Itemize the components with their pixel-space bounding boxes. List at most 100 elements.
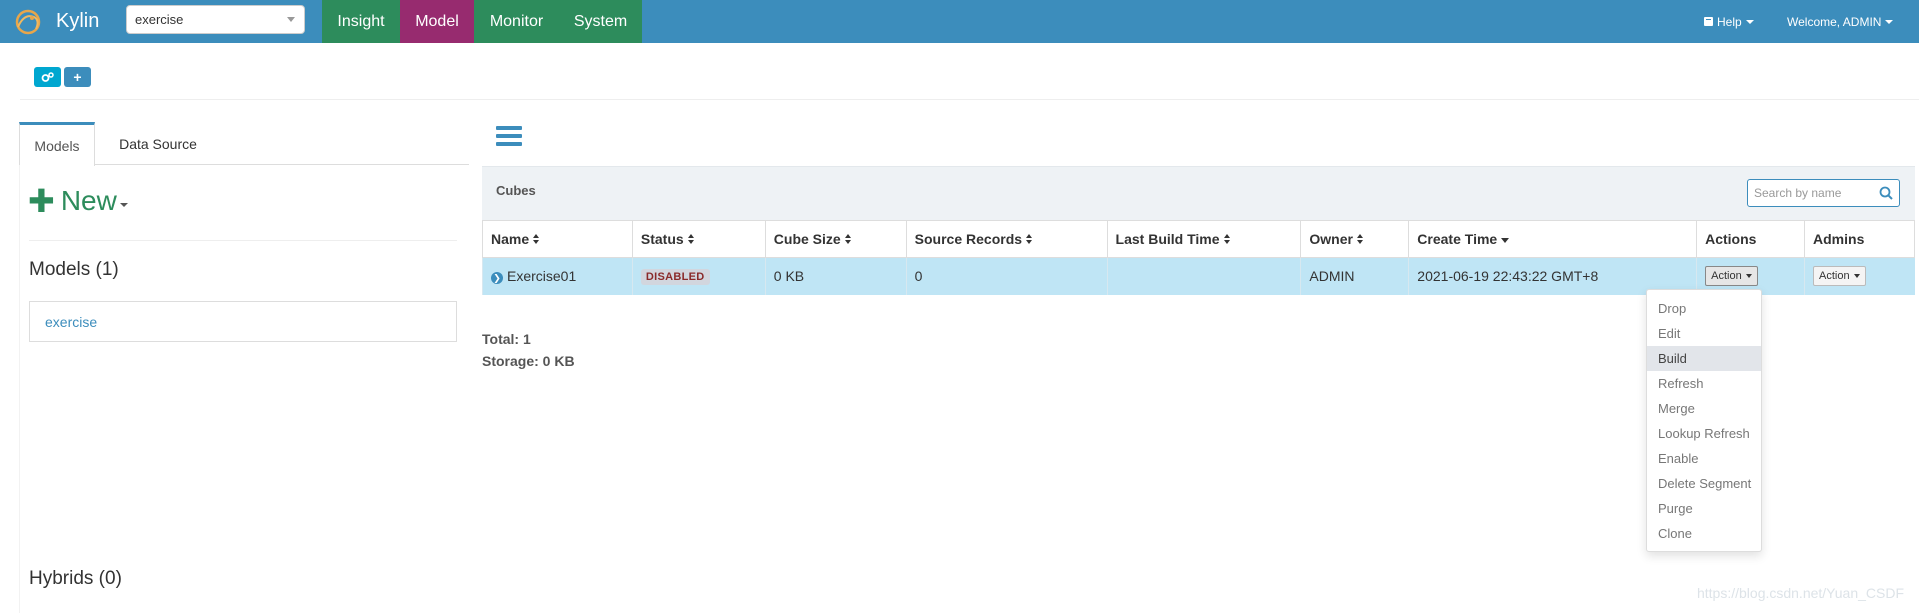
tab-data-source-label: Data Source xyxy=(119,135,197,152)
col-status[interactable]: Status xyxy=(631,220,766,258)
welcome-label: Welcome, ADMIN xyxy=(1787,14,1882,29)
col-cube-size-label: Cube Size xyxy=(773,231,841,247)
chevron-down-icon xyxy=(1853,274,1860,279)
menu-item-enable[interactable]: Enable xyxy=(1647,446,1761,471)
chevron-down-icon xyxy=(1745,274,1752,279)
col-name[interactable]: Name xyxy=(482,220,633,258)
tab-data-source[interactable]: Data Source xyxy=(103,122,213,165)
plus-icon: + xyxy=(73,69,82,85)
total-count: Total: 1 xyxy=(482,331,531,347)
tab-models[interactable]: Models xyxy=(19,122,95,166)
plus-icon: ✚ xyxy=(28,183,55,219)
help-menu[interactable]: Help xyxy=(1703,0,1754,43)
admin-action-dropdown-button[interactable]: Action xyxy=(1813,266,1866,287)
nav-model-label: Model xyxy=(415,12,459,30)
col-cube-size[interactable]: Cube Size xyxy=(764,220,907,258)
col-name-label: Name xyxy=(491,231,530,247)
col-owner-label: Owner xyxy=(1309,231,1353,247)
chevron-down-icon xyxy=(1885,19,1894,24)
search-icon[interactable] xyxy=(1879,186,1893,200)
project-select-value: exercise xyxy=(135,12,184,27)
hybrids-title: Hybrids (0) xyxy=(29,568,122,589)
cube-name: Exercise01 xyxy=(507,268,577,285)
sort-icon xyxy=(1223,234,1231,245)
col-owner[interactable]: Owner xyxy=(1300,220,1410,258)
menu-item-clone[interactable]: Clone xyxy=(1647,521,1761,546)
nav-system[interactable]: System xyxy=(559,0,642,43)
models-title: Models (1) xyxy=(29,259,119,280)
action-menu: Drop Edit Build Refresh Merge Lookup Ref… xyxy=(1646,289,1762,552)
col-admins-label: Admins xyxy=(1813,231,1865,247)
nav-model[interactable]: Model xyxy=(400,0,474,43)
cell-owner: ADMIN xyxy=(1300,257,1409,295)
chevron-down-icon xyxy=(119,203,128,207)
cell-source-records: 0 xyxy=(905,257,1108,295)
cell-status: DISABLED xyxy=(631,257,766,295)
search-input[interactable]: Search by name xyxy=(1747,179,1900,207)
col-source-records-label: Source Records xyxy=(914,231,1023,247)
watermark: https://blog.csdn.net/Yuan_CSDF xyxy=(1696,585,1904,601)
chevron-down-icon xyxy=(1745,19,1754,24)
sort-icon xyxy=(1026,234,1033,245)
menu-item-delete-segment[interactable]: Delete Segment xyxy=(1647,471,1761,496)
action-button-label: Action xyxy=(1711,270,1742,283)
menu-item-edit[interactable]: Edit xyxy=(1647,321,1761,346)
col-admins: Admins xyxy=(1804,220,1915,258)
cell-cube-size: 0 KB xyxy=(764,257,907,295)
nav-monitor[interactable]: Monitor xyxy=(474,0,559,43)
table-header-row: Name Status Cube Size Source Records Las… xyxy=(482,220,1915,258)
admin-action-label: Action xyxy=(1819,270,1850,283)
model-actions-button[interactable] xyxy=(34,67,61,87)
model-item-exercise[interactable]: exercise xyxy=(29,301,457,342)
kylin-logo-icon xyxy=(15,9,41,34)
menu-item-drop[interactable]: Drop xyxy=(1647,296,1761,321)
status-badge: DISABLED xyxy=(640,269,710,286)
col-last-build-time-label: Last Build Time xyxy=(1115,231,1220,247)
col-actions-label: Actions xyxy=(1705,231,1757,247)
project-select[interactable]: exercise xyxy=(126,5,305,34)
menu-item-build[interactable]: Build xyxy=(1647,346,1761,371)
storage-total: Storage: 0 KB xyxy=(482,353,575,369)
sidebar-border xyxy=(19,165,20,613)
add-button[interactable]: + xyxy=(64,67,91,87)
sidebar-tabs: Models Data Source xyxy=(19,122,469,166)
totals: Total: 1 Storage: 0 KB xyxy=(482,328,575,372)
sort-icon xyxy=(844,234,852,245)
menu-item-lookup-refresh[interactable]: Lookup Refresh xyxy=(1647,421,1761,446)
app-name: Kylin xyxy=(56,10,100,32)
sort-icon xyxy=(533,234,540,245)
search-placeholder: Search by name xyxy=(1754,186,1842,200)
sort-icon xyxy=(1356,234,1364,245)
col-last-build-time[interactable]: Last Build Time xyxy=(1106,220,1302,258)
nav-insight[interactable]: Insight xyxy=(322,0,400,43)
top-navbar: Kylin exercise Insight Model Monitor Sys… xyxy=(0,0,1919,43)
cogs-icon xyxy=(41,71,54,82)
kylin-logo[interactable]: Kylin xyxy=(10,4,99,39)
col-create-time-label: Create Time xyxy=(1417,231,1498,247)
menu-toggle-icon[interactable] xyxy=(496,126,522,148)
cubes-panel-header: Cubes Search by name xyxy=(482,166,1915,220)
col-source-records[interactable]: Source Records xyxy=(905,220,1108,258)
action-dropdown-button[interactable]: Action xyxy=(1705,266,1758,287)
new-button[interactable]: ✚ New xyxy=(28,182,128,220)
cell-name[interactable]: ❯ Exercise01 xyxy=(482,257,633,295)
divider xyxy=(29,240,457,241)
tab-models-label: Models xyxy=(34,137,80,154)
col-create-time[interactable]: Create Time xyxy=(1408,220,1698,258)
col-status-label: Status xyxy=(640,231,684,247)
user-menu[interactable]: Welcome, ADMIN xyxy=(1787,0,1894,43)
nav-monitor-label: Monitor xyxy=(489,12,544,30)
new-label: New xyxy=(60,185,117,216)
cell-last-build-time xyxy=(1106,257,1301,295)
expand-icon[interactable]: ❯ xyxy=(491,272,503,285)
model-item-label: exercise xyxy=(45,313,98,330)
book-icon xyxy=(1704,17,1713,26)
menu-item-merge[interactable]: Merge xyxy=(1647,396,1761,421)
cell-admins: Action xyxy=(1804,257,1915,295)
cubes-title: Cubes xyxy=(496,183,536,198)
help-label: Help xyxy=(1717,14,1742,29)
menu-item-purge[interactable]: Purge xyxy=(1647,496,1761,521)
sort-desc-icon xyxy=(1501,237,1510,243)
menu-item-refresh[interactable]: Refresh xyxy=(1647,371,1761,396)
divider xyxy=(20,99,1919,100)
